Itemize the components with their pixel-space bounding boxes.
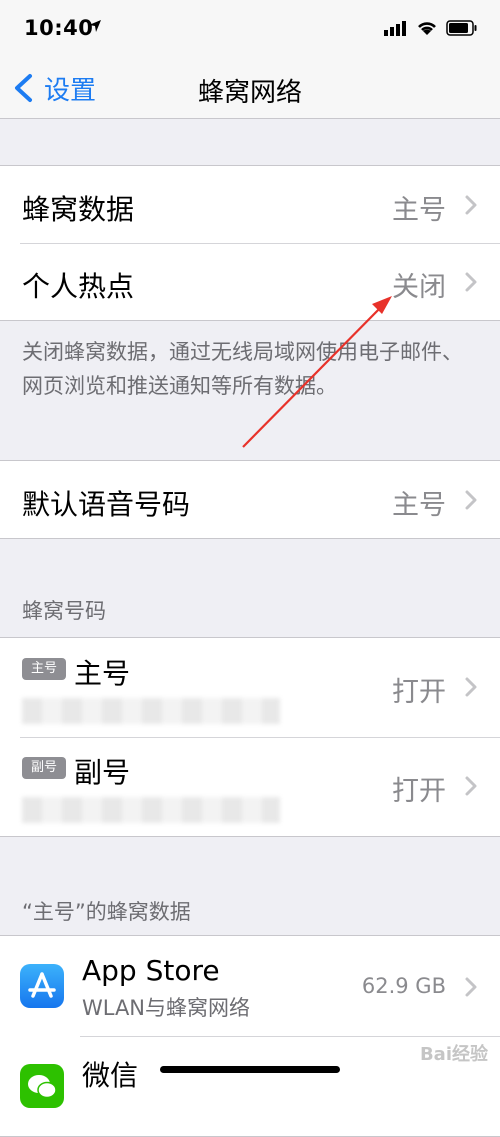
app-data-usage: 62.9 GB	[361, 974, 446, 998]
cellular-settings-group: 蜂窝数据 主号 个人热点 关闭	[0, 165, 500, 321]
chevron-right-icon	[465, 977, 477, 997]
cellular-data-label: 蜂窝数据	[22, 193, 135, 226]
signal-icon	[384, 21, 406, 36]
sim-line-name: 副号	[74, 756, 131, 789]
chevron-right-icon	[465, 490, 477, 510]
page-title: 蜂窝网络	[197, 78, 302, 108]
cellular-data-value: 主号	[392, 195, 446, 226]
redacted-phone-number	[22, 797, 280, 823]
app-cellular-data-group: App Store WLAN与蜂窝网络 62.9 GB 微信	[0, 935, 500, 1137]
app-name: App Store	[82, 954, 220, 987]
sim-badge: 主号	[22, 658, 66, 680]
sim-line-status: 打开	[392, 677, 446, 708]
status-icons	[384, 20, 478, 36]
chevron-right-icon	[465, 677, 477, 697]
default-voice-line-value: 主号	[392, 490, 446, 521]
cellular-plans-group: 主号 主号 打开 副号 副号 打开	[0, 637, 500, 837]
chevron-right-icon	[465, 195, 477, 215]
wechat-icon	[20, 1064, 64, 1108]
app-store-icon	[20, 964, 64, 1008]
app-network-subtitle: WLAN与蜂窝网络	[82, 996, 251, 1020]
status-bar: 10:40	[0, 0, 500, 60]
navigation-bar: 设置 蜂窝网络	[0, 60, 500, 119]
chevron-right-icon	[465, 776, 477, 796]
default-voice-line-row[interactable]: 默认语音号码 主号	[0, 461, 500, 538]
battery-icon	[446, 20, 477, 36]
sim-line-name: 主号	[74, 657, 131, 690]
redacted-phone-number	[22, 698, 280, 724]
app-cellular-data-header: “主号”的蜂窝数据	[22, 900, 191, 924]
app-name: 微信	[82, 1059, 139, 1092]
watermark-logo: Bai经验	[419, 1044, 488, 1065]
personal-hotspot-label: 个人热点	[22, 270, 135, 303]
app-row-app-store[interactable]: App Store WLAN与蜂窝网络 62.9 GB	[0, 936, 500, 1036]
status-time: 10:40	[24, 16, 94, 40]
cellular-data-footnote: 关闭蜂窝数据，通过无线局域网使用电子邮件、网页浏览和推送通知等所有数据。	[22, 340, 463, 398]
home-indicator	[160, 1066, 340, 1073]
cellular-data-row[interactable]: 蜂窝数据 主号	[0, 166, 500, 243]
sim-line-status: 打开	[392, 776, 446, 807]
sim-line-row-secondary[interactable]: 副号 副号 打开	[0, 737, 500, 836]
voice-line-group: 默认语音号码 主号	[0, 460, 500, 539]
personal-hotspot-value: 关闭	[392, 272, 446, 303]
personal-hotspot-row[interactable]: 个人热点 关闭	[0, 243, 500, 320]
cellular-plans-header: 蜂窝号码	[22, 599, 106, 623]
sim-line-row-primary[interactable]: 主号 主号 打开	[0, 638, 500, 737]
default-voice-line-label: 默认语音号码	[22, 488, 191, 521]
chevron-right-icon	[465, 272, 477, 292]
wifi-icon	[418, 22, 436, 35]
sim-badge: 副号	[22, 757, 66, 779]
location-arrow-icon	[89, 20, 101, 32]
